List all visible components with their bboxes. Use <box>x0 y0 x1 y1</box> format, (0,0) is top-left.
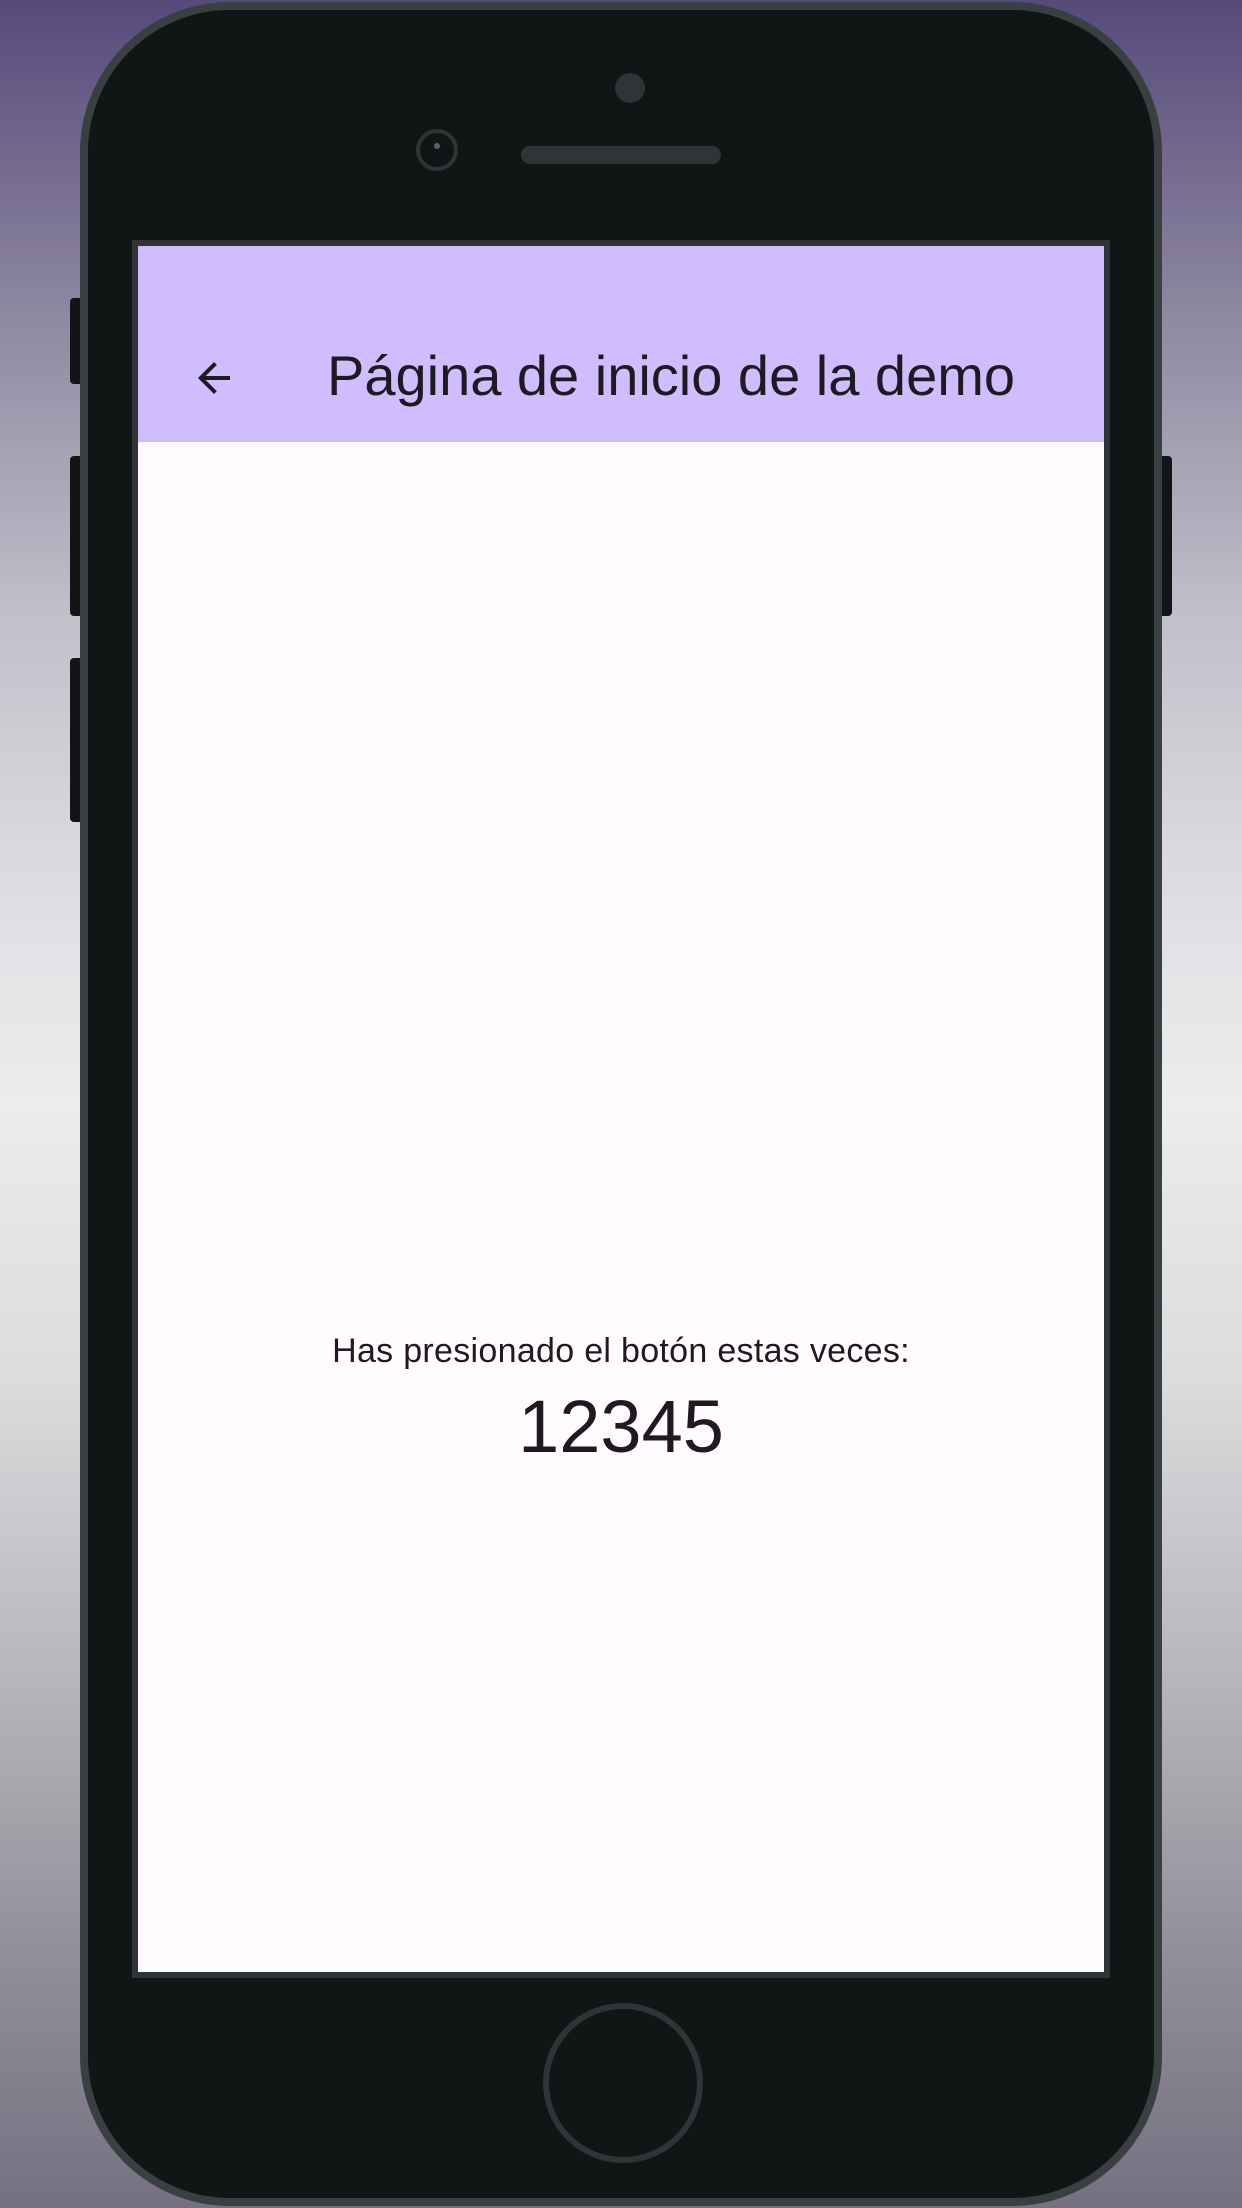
page-title: Página de inicio de la demo <box>326 344 1016 407</box>
proximity-sensor <box>615 73 645 103</box>
phone-frame: Página de inicio de la demo Has presiona… <box>80 2 1162 2206</box>
arrow-back-icon <box>198 362 230 394</box>
counter-label: Has presionado el botón estas veces: <box>332 1332 910 1370</box>
home-button[interactable] <box>543 2003 703 2163</box>
back-button[interactable] <box>174 338 254 418</box>
front-camera-icon <box>416 129 458 171</box>
counter-value: 12345 <box>518 1385 724 1468</box>
main-content: Has presionado el botón estas veces: 123… <box>138 442 1104 1972</box>
screen: Página de inicio de la demo Has presiona… <box>132 240 1110 1978</box>
app-bar: Página de inicio de la demo <box>138 246 1104 442</box>
earpiece-speaker <box>521 146 721 164</box>
